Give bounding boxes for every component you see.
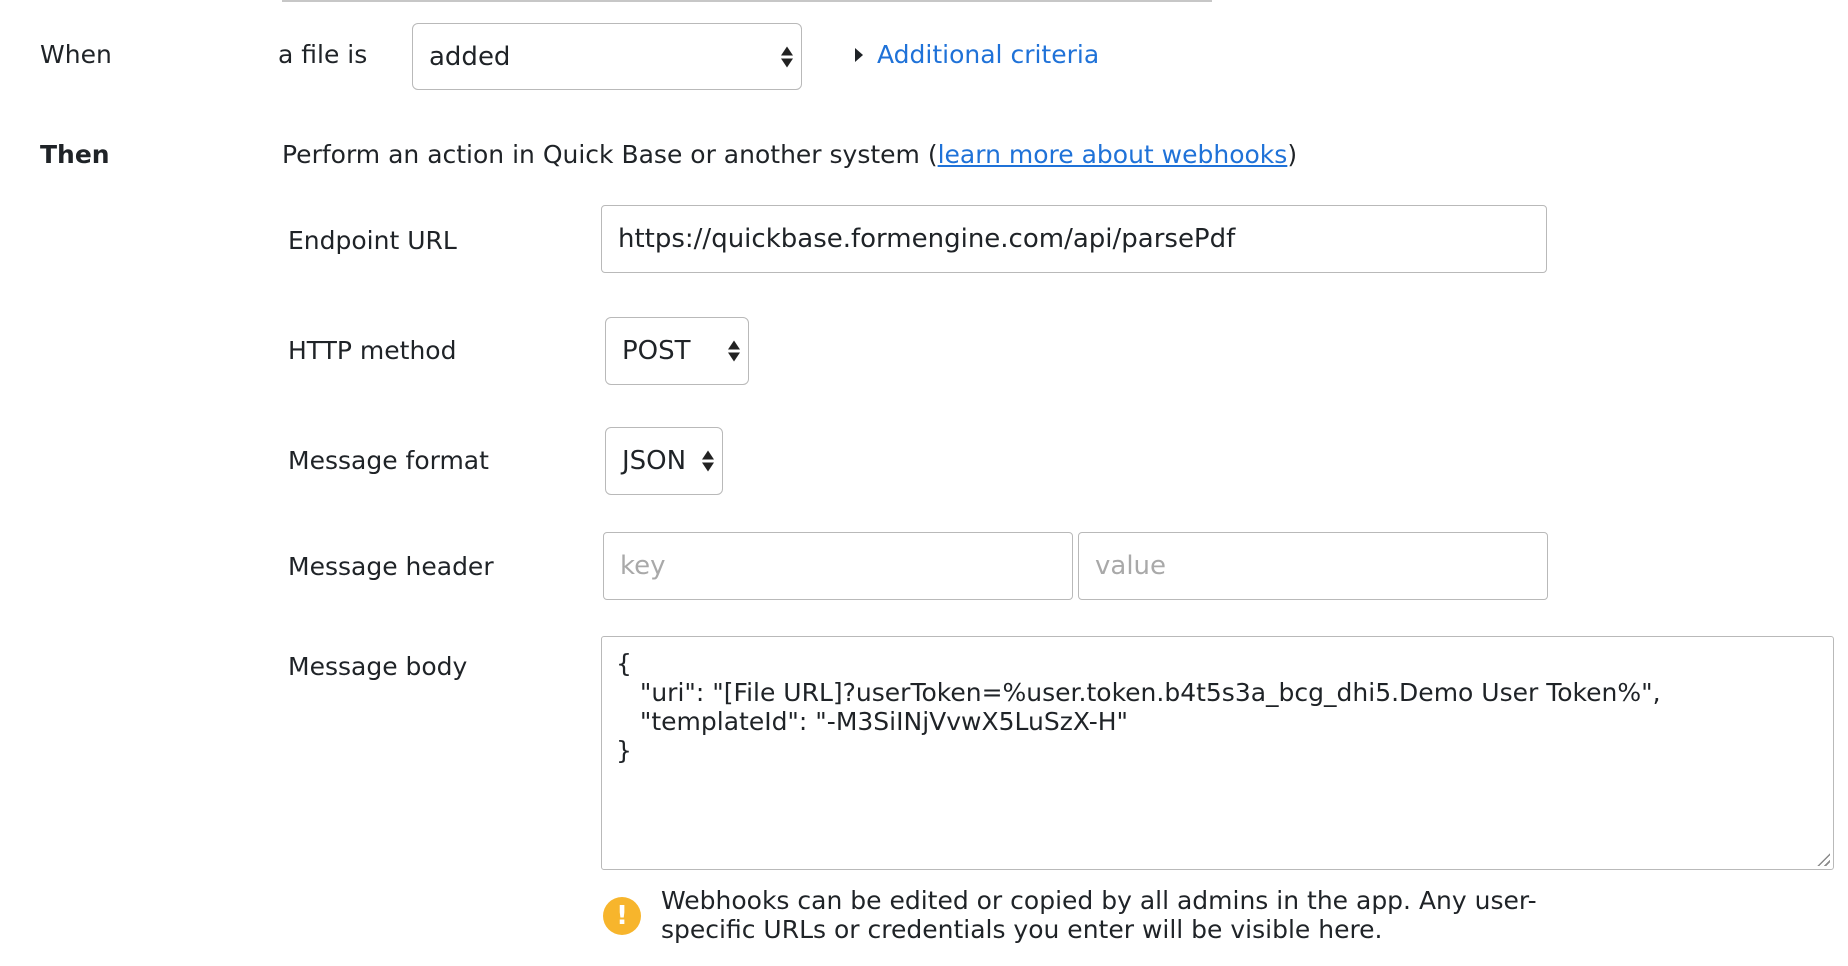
message-body-textarea[interactable]: { "uri": "[File URL]?userToken=%user.tok… — [601, 636, 1834, 870]
when-label: When — [40, 40, 112, 69]
action-description: Perform an action in Quick Base or anoth… — [282, 140, 1297, 169]
message-header-label: Message header — [288, 552, 494, 581]
event-select-value: added — [429, 41, 511, 72]
message-body-line: "uri": "[File URL]?userToken=%user.token… — [616, 678, 1661, 707]
message-format-select[interactable]: JSON — [605, 427, 723, 495]
description-prefix: Perform an action in Quick Base or anoth… — [282, 140, 938, 169]
message-body-line: } — [616, 736, 632, 765]
notice-line: specific URLs or credentials you enter w… — [661, 915, 1383, 944]
http-method-select[interactable]: POST — [605, 317, 749, 385]
message-body-line: "templateId": "-M3SiINjVvwX5LuSzX-H" — [616, 707, 1129, 736]
select-arrows-icon — [728, 340, 740, 362]
endpoint-url-label: Endpoint URL — [288, 226, 457, 255]
http-method-label: HTTP method — [288, 336, 457, 365]
resize-handle-icon[interactable] — [1816, 852, 1830, 866]
warning-icon: ! — [603, 897, 641, 935]
description-suffix: ) — [1287, 140, 1298, 169]
condition-prefix: a file is — [278, 40, 368, 69]
additional-criteria-link[interactable]: Additional criteria — [877, 40, 1099, 69]
message-format-label: Message format — [288, 446, 489, 475]
select-arrows-icon — [702, 450, 714, 472]
endpoint-url-input[interactable] — [601, 205, 1547, 273]
message-format-value: JSON — [622, 446, 687, 476]
event-select[interactable]: added — [412, 23, 802, 90]
header-key-input[interactable] — [603, 532, 1073, 600]
learn-more-link[interactable]: learn more about webhooks — [938, 140, 1288, 169]
message-body-line: { — [616, 649, 632, 678]
then-label: Then — [40, 140, 110, 169]
notice-line: Webhooks can be edited or copied by all … — [661, 886, 1537, 915]
section-divider — [282, 0, 1212, 2]
caret-right-icon — [855, 47, 863, 62]
message-body-label: Message body — [288, 652, 468, 681]
http-method-value: POST — [622, 336, 691, 366]
webhook-notice: Webhooks can be edited or copied by all … — [661, 886, 1537, 944]
select-arrows-icon — [781, 46, 793, 67]
header-value-input[interactable] — [1078, 532, 1548, 600]
additional-criteria-toggle[interactable]: Additional criteria — [855, 40, 1099, 69]
